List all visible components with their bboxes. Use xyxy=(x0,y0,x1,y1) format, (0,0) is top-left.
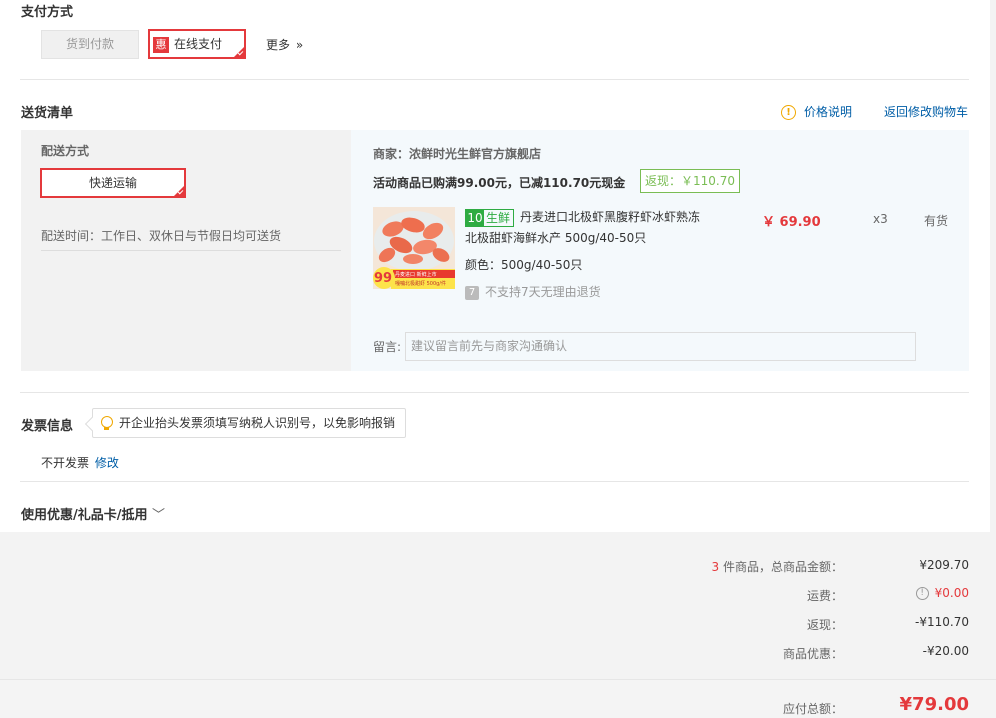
product-name[interactable]: 10 生鲜 丹麦进口北极虾黑腹籽虾冰虾熟冻 xyxy=(465,208,700,227)
shipping-fee-label: 运费： xyxy=(806,589,843,603)
no-return-notice: 7 不支持7天无理由退货 xyxy=(465,283,601,300)
more-label: 更多 xyxy=(266,38,291,52)
cashback-label: 返现： xyxy=(806,618,843,632)
express-delivery-button[interactable]: 快递运输 xyxy=(40,168,186,198)
message-label: 留言: xyxy=(373,340,402,354)
invoice-title: 发票信息 xyxy=(21,419,74,434)
payment-title: 支付方式 xyxy=(21,5,74,20)
image-caption: 丹麦进口 新鲜上市 xyxy=(395,272,437,278)
info-icon[interactable]: ! xyxy=(915,587,929,600)
online-pay-button[interactable]: 惠在线支付 xyxy=(148,29,246,59)
image-price: 99 xyxy=(374,271,393,286)
discount-badge-icon: 惠 xyxy=(153,36,169,53)
chevron-down-icon: ﹀ xyxy=(152,508,166,523)
shipping-list-title: 送货清单 xyxy=(21,106,74,121)
delivery-time: 配送时间：工作日、双休日与节假日均可送货 xyxy=(41,229,282,243)
delivery-method-title: 配送方式 xyxy=(41,144,90,158)
invoice-tip-text: 开企业抬头发票须填写纳税人识别号，以免影响报销 xyxy=(119,416,396,430)
product-name-line2[interactable]: 北极甜虾海鲜水产 500g/40-50只 xyxy=(465,229,646,246)
cod-button[interactable]: 货到付款 xyxy=(41,30,139,59)
fresh-tag: 10 生鲜 xyxy=(465,208,515,227)
promo-text: 活动商品已购满99.00元，已减110.70元现金 xyxy=(373,176,626,190)
payable-total: ¥79.00 xyxy=(899,694,969,715)
payable-label: 应付总额： xyxy=(782,702,843,716)
goods-total: ¥209.70 xyxy=(919,558,969,572)
product-image[interactable]: 99 丹麦进口 新鲜上市 嘎嘣北极甜虾 500g/件 xyxy=(373,207,455,289)
product-price: ￥ 69.90 xyxy=(762,215,821,230)
more-payment-link[interactable]: 更多 » xyxy=(266,36,303,53)
return-cart-link[interactable]: 返回修改购物车 xyxy=(884,103,968,120)
online-pay-label: 在线支付 xyxy=(174,37,223,51)
invoice-modify-link[interactable]: 修改 xyxy=(95,456,119,470)
shipping-fee-value: ¥0.00 xyxy=(934,586,969,600)
shipping-fee: ! ¥0.00 xyxy=(915,586,969,600)
selected-check-icon xyxy=(233,46,244,57)
goods-count-label: 3 件商品，总商品金额： xyxy=(543,558,843,575)
lightbulb-icon xyxy=(101,416,113,430)
no-return-label: 不支持7天无理由退货 xyxy=(485,285,601,299)
price-info-link[interactable]: ! 价格说明 xyxy=(781,103,852,120)
payable-bar xyxy=(0,679,996,718)
merchant-name: 商家：浓鲜时光生鲜官方旗舰店 xyxy=(373,147,542,161)
goods-count-text: 件商品，总商品金额： xyxy=(719,560,843,574)
discount-label: 商品优惠： xyxy=(782,647,843,661)
price-info-label: 价格说明 xyxy=(804,105,853,119)
cashback-badge: 返现：￥110.70 xyxy=(640,169,740,193)
cashback-value: -¥110.70 xyxy=(915,615,969,629)
stock-status: 有货 xyxy=(924,214,949,228)
fresh-tag-label: 生鲜 xyxy=(486,210,511,225)
invoice-status: 不开发票 修改 xyxy=(41,454,119,471)
divider xyxy=(41,250,341,251)
coupon-title: 使用优惠/礼品卡/抵用 xyxy=(21,508,148,523)
no-return-icon: 7 xyxy=(465,285,479,300)
discount-value: -¥20.00 xyxy=(922,644,969,658)
double-chevron-right-icon: » xyxy=(295,38,304,52)
divider xyxy=(20,392,969,393)
info-warning-icon: ! xyxy=(781,105,796,120)
invoice-tip: 开企业抬头发票须填写纳税人识别号，以免影响报销 xyxy=(92,408,406,438)
product-color: 颜色：500g/40-50只 xyxy=(465,258,583,272)
product-name-line1: 丹麦进口北极虾黑腹籽虾冰虾熟冻 xyxy=(520,210,701,224)
fresh-icon: 10 xyxy=(466,209,484,226)
image-caption: 嘎嘣北极甜虾 500g/件 xyxy=(395,281,446,287)
invoice-status-text: 不开发票 xyxy=(41,456,90,470)
product-qty: x3 xyxy=(873,212,888,226)
message-input[interactable]: 建议留言前先与商家沟通确认 xyxy=(405,332,916,361)
express-delivery-label: 快递运输 xyxy=(88,176,137,190)
coupon-toggle[interactable]: 使用优惠/礼品卡/抵用 ﹀ xyxy=(21,504,165,523)
divider xyxy=(20,481,969,482)
divider xyxy=(20,79,969,80)
selected-check-icon xyxy=(173,185,184,196)
